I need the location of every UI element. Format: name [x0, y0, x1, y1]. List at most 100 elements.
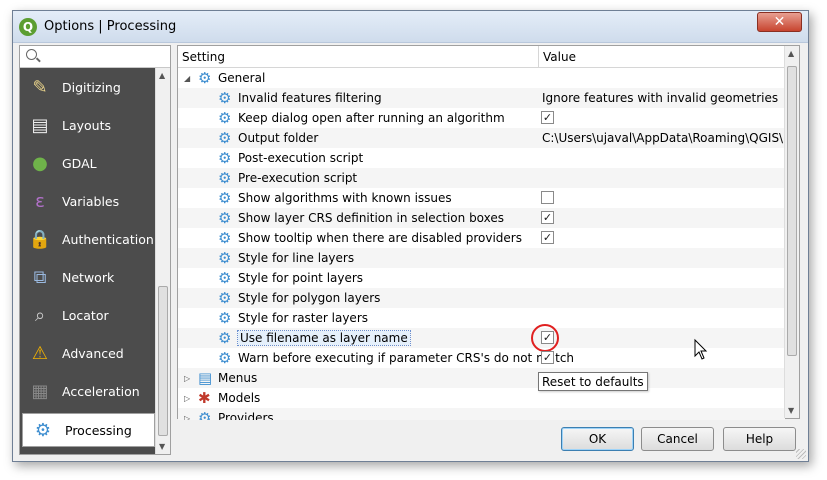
sidebar-scrollbar[interactable]: ▲ ▼ — [155, 68, 170, 454]
tree-row[interactable]: ⚙ Use filename as layer name ✓ — [178, 324, 785, 352]
gear-icon: ⚙ — [198, 69, 212, 87]
menu-icon: ▤ — [198, 369, 213, 387]
sidebar-item-network[interactable]: ⧉ Network — [20, 258, 157, 296]
setting-label: Invalid features filtering — [238, 91, 382, 105]
tree-row[interactable]: ⚙ Show layer CRS definition in selection … — [178, 208, 785, 228]
sidebar-item-label: Advanced — [62, 345, 124, 361]
scroll-down-icon[interactable]: ▼ — [159, 442, 165, 451]
variables-icon: ε — [35, 190, 45, 212]
tree-row[interactable]: ⚙ Post-execution script — [178, 148, 785, 168]
scroll-up-icon[interactable]: ▲ — [788, 49, 794, 58]
cancel-button[interactable]: Cancel — [641, 427, 714, 451]
scroll-thumb[interactable] — [158, 286, 168, 436]
tree-row[interactable]: ▷ ✱ Models — [178, 388, 785, 408]
expand-arrow-icon[interactable]: ▷ — [184, 394, 190, 403]
close-button[interactable]: ✕ — [757, 12, 802, 32]
sidebar-item-label: Network — [62, 269, 115, 285]
tree-row[interactable]: ⚙ Show algorithms with known issues — [178, 188, 785, 208]
setting-checkbox[interactable]: ✓ — [541, 351, 554, 364]
tree-header: Setting Value — [178, 46, 785, 68]
options-dialog: Q Options | Processing ✕ ✎ Digitizing ▤ Lay… — [12, 10, 809, 462]
expand-arrow-icon[interactable]: ▷ — [184, 414, 190, 421]
setting-checkbox[interactable]: ✓ — [541, 211, 554, 224]
setting-label: Style for line layers — [238, 251, 355, 265]
lock-icon: 🔒 — [28, 228, 52, 250]
gear-icon: ⚙ — [218, 109, 232, 127]
title-bar: Q Options | Processing ✕ — [13, 11, 808, 43]
setting-label: Style for raster layers — [238, 311, 369, 325]
sidebar-item-layouts[interactable]: ▤ Layouts — [20, 106, 157, 144]
tree-row[interactable]: ⚙ Style for point layers — [178, 268, 785, 288]
tree-row[interactable]: ▷ ▤ Menus — [178, 368, 785, 388]
setting-label: Models — [218, 391, 261, 405]
setting-value[interactable]: Ignore features with invalid geometries — [542, 91, 778, 105]
setting-label: Show tooltip when there are disabled pro… — [238, 231, 522, 245]
resize-grip[interactable] — [796, 449, 806, 459]
scroll-thumb[interactable] — [787, 66, 797, 356]
sidebar-list: ✎ Digitizing ▤ Layouts ● GDAL ε Variables 🔒 Authe… — [20, 68, 157, 454]
scroll-up-icon[interactable]: ▲ — [159, 71, 165, 80]
tree-row[interactable]: ▷ ⚙ Providers — [178, 408, 785, 420]
search-icon: ⌕ — [34, 304, 46, 326]
sidebar: ✎ Digitizing ▤ Layouts ● GDAL ε Variables 🔒 Authe… — [19, 45, 171, 455]
tree-row[interactable]: ◢ ⚙ General — [178, 68, 785, 88]
gear-icon: ⚙ — [198, 409, 212, 420]
gear-icon: ⚙ — [218, 349, 232, 367]
setting-checkbox[interactable]: ✓ — [541, 111, 554, 124]
setting-label: Style for polygon layers — [238, 291, 381, 305]
setting-label: Output folder — [238, 131, 319, 145]
models-icon: ✱ — [198, 389, 211, 407]
tree-row[interactable]: ⚙ Pre-execution script — [178, 168, 785, 188]
chip-icon: ▦ — [31, 380, 49, 402]
tree-row[interactable]: ⚙ Keep dialog open after running an algor… — [178, 108, 785, 128]
tree-row[interactable]: ⚙ Style for polygon layers — [178, 288, 785, 308]
window-title: Options | Processing — [44, 19, 177, 34]
gear-icon: ⚙ — [218, 169, 232, 187]
setting-label: Post-execution script — [238, 151, 364, 165]
setting-label: Style for point layers — [238, 271, 364, 285]
setting-label: Menus — [218, 371, 258, 385]
setting-label: Show layer CRS definition in selection b… — [238, 211, 505, 225]
tree-row[interactable]: ⚙ Style for line layers — [178, 248, 785, 268]
digitizing-icon: ✎ — [32, 76, 48, 98]
sidebar-item-label: Locator — [62, 307, 109, 323]
setting-label: Providers — [218, 411, 274, 420]
ok-button[interactable]: OK — [561, 427, 634, 451]
tree-row[interactable]: ⚙ Show tooltip when there are disabled pr… — [178, 228, 785, 248]
gear-icon: ⚙ — [218, 209, 232, 227]
search-input[interactable] — [20, 46, 170, 68]
sidebar-item-locator[interactable]: ⌕ Locator — [20, 296, 157, 334]
sidebar-item-label: Acceleration — [62, 383, 140, 399]
tree-row[interactable]: ⚙ Invalid features filtering Ignore featur… — [178, 88, 785, 108]
sidebar-item-variables[interactable]: ε Variables — [20, 182, 157, 220]
sidebar-item-processing[interactable]: ⚙ Processing — [22, 413, 155, 447]
sidebar-item-advanced[interactable]: ⚠ Advanced — [20, 334, 157, 372]
sidebar-item-authentication[interactable]: 🔒 Authentication — [20, 220, 157, 258]
gear-icon: ⚙ — [218, 269, 232, 287]
warning-icon: ⚠ — [31, 342, 49, 364]
setting-checkbox[interactable] — [541, 191, 554, 204]
expand-arrow-icon[interactable]: ▷ — [184, 374, 190, 383]
help-button[interactable]: Help — [723, 427, 796, 451]
collapse-arrow-icon[interactable]: ◢ — [184, 74, 190, 83]
sidebar-item-label: Processing — [65, 422, 132, 438]
tree-row[interactable]: ⚙ Style for raster layers — [178, 308, 785, 328]
settings-tree: Setting Value ◢ ⚙ General ⚙ Invalid features… — [177, 45, 800, 420]
column-header-value[interactable]: Value — [543, 50, 576, 64]
sidebar-item-digitizing[interactable]: ✎ Digitizing — [20, 68, 157, 106]
column-divider[interactable] — [538, 46, 539, 68]
tree-row[interactable]: ⚙ Output folder C:\Users\ujaval\AppData\Ro… — [178, 128, 785, 148]
setting-label: Pre-execution script — [238, 171, 358, 185]
sidebar-item-gdal[interactable]: ● GDAL — [20, 144, 157, 182]
scroll-down-icon[interactable]: ▼ — [788, 406, 794, 415]
tooltip: Reset to defaults — [538, 372, 648, 391]
sidebar-item-acceleration[interactable]: ▦ Acceleration — [20, 372, 157, 410]
gear-icon: ⚙ — [218, 149, 232, 167]
setting-checkbox[interactable]: ✓ — [541, 231, 554, 244]
column-header-setting[interactable]: Setting — [182, 50, 225, 64]
gear-icon: ⚙ — [218, 89, 232, 107]
setting-value[interactable]: C:\Users\ujaval\AppData\Roaming\QGIS\... — [542, 131, 785, 145]
setting-label: Show algorithms with known issues — [238, 191, 452, 205]
tree-row[interactable]: ⚙ Warn before executing if parameter CRS'… — [178, 348, 785, 368]
tree-scrollbar[interactable]: ▲ ▼ — [784, 46, 799, 418]
